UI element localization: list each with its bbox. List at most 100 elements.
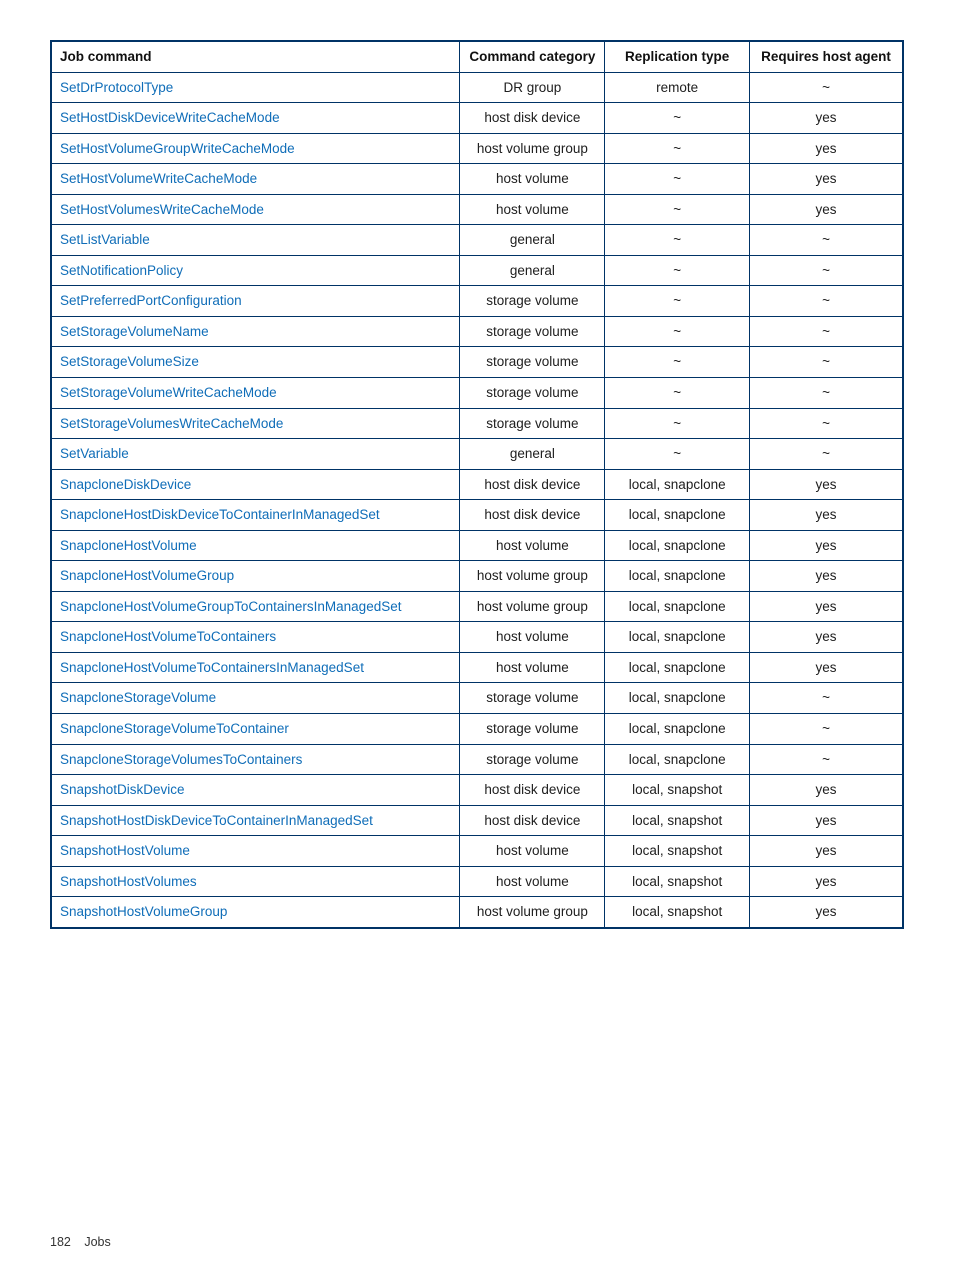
job-command-link[interactable]: SnapcloneHostVolumeGroupToContainersInMa… bbox=[60, 599, 401, 614]
job-command-link[interactable]: SetVariable bbox=[60, 446, 129, 461]
section-name: Jobs bbox=[84, 1235, 110, 1249]
job-command-link[interactable]: SetStorageVolumeSize bbox=[60, 354, 199, 369]
job-command-link[interactable]: SetHostVolumeGroupWriteCacheMode bbox=[60, 141, 295, 156]
cell-requires-host-agent: yes bbox=[750, 866, 903, 897]
cell-replication-type: local, snapclone bbox=[605, 500, 750, 531]
cell-requires-host-agent: yes bbox=[750, 103, 903, 134]
cell-requires-host-agent: yes bbox=[750, 897, 903, 928]
cell-requires-host-agent: ~ bbox=[750, 347, 903, 378]
job-command-link[interactable]: SnapshotHostDiskDeviceToContainerInManag… bbox=[60, 813, 373, 828]
cell-requires-host-agent: ~ bbox=[750, 72, 903, 103]
job-command-link[interactable]: SnapshotHostVolume bbox=[60, 843, 190, 858]
cell-command-category: storage volume bbox=[460, 347, 605, 378]
cell-job-command: SnapcloneStorageVolume bbox=[51, 683, 460, 714]
table-row: SetVariablegeneral~~ bbox=[51, 439, 903, 470]
page-footer: 182 Jobs bbox=[50, 1235, 111, 1249]
table-row: SnapcloneDiskDevice host disk devicelocal… bbox=[51, 469, 903, 500]
cell-command-category: general bbox=[460, 225, 605, 256]
cell-job-command: SetHostVolumesWriteCacheMode bbox=[51, 194, 460, 225]
cell-replication-type: local, snapclone bbox=[605, 683, 750, 714]
cell-requires-host-agent: yes bbox=[750, 836, 903, 867]
cell-job-command: SetPreferredPortConfiguration bbox=[51, 286, 460, 317]
job-command-link[interactable]: SetHostVolumeWriteCacheMode bbox=[60, 171, 257, 186]
job-command-link[interactable]: SnapcloneStorageVolumeToContainer bbox=[60, 721, 289, 736]
cell-command-category: host disk device bbox=[460, 775, 605, 806]
cell-job-command: SnapcloneHostVolumeGroup bbox=[51, 561, 460, 592]
cell-replication-type: ~ bbox=[605, 316, 750, 347]
job-command-link[interactable]: SnapcloneHostVolumeToContainers bbox=[60, 629, 276, 644]
job-command-link[interactable]: SetStorageVolumeWriteCacheMode bbox=[60, 385, 277, 400]
job-command-link[interactable]: SnapshotHostVolumeGroup bbox=[60, 904, 227, 919]
cell-replication-type: local, snapclone bbox=[605, 652, 750, 683]
table-row: SetHostDiskDeviceWriteCacheModehost disk… bbox=[51, 103, 903, 134]
cell-requires-host-agent: yes bbox=[750, 164, 903, 195]
cell-job-command: SetNotificationPolicy bbox=[51, 255, 460, 286]
table-row: SnapshotHostVolumeGrouphost volume group… bbox=[51, 897, 903, 928]
table-row: SetStorageVolumesWriteCacheModestorage v… bbox=[51, 408, 903, 439]
cell-replication-type: ~ bbox=[605, 378, 750, 409]
cell-requires-host-agent: ~ bbox=[750, 439, 903, 470]
cell-replication-type: local, snapclone bbox=[605, 469, 750, 500]
cell-job-command: SnapcloneHostVolumeGroupToContainersInMa… bbox=[51, 591, 460, 622]
job-command-link[interactable]: SetDrProtocolType bbox=[60, 80, 173, 95]
cell-job-command: SnapcloneHostDiskDeviceToContainerInMana… bbox=[51, 500, 460, 531]
table-row: SetListVariablegeneral~~ bbox=[51, 225, 903, 256]
table-row: SetHostVolumeWriteCacheModehost volume~y… bbox=[51, 164, 903, 195]
job-command-link[interactable]: SnapcloneHostVolumeToContainersInManaged… bbox=[60, 660, 364, 675]
job-command-link[interactable]: SnapcloneHostVolumeGroup bbox=[60, 568, 234, 583]
table-row: SnapcloneHostVolumeGrouphost volume grou… bbox=[51, 561, 903, 592]
job-command-link[interactable]: SetNotificationPolicy bbox=[60, 263, 183, 278]
table-row: SetDrProtocolTypeDR groupremote~ bbox=[51, 72, 903, 103]
cell-job-command: SetStorageVolumeSize bbox=[51, 347, 460, 378]
cell-requires-host-agent: ~ bbox=[750, 255, 903, 286]
cell-command-category: storage volume bbox=[460, 378, 605, 409]
cell-command-category: DR group bbox=[460, 72, 605, 103]
job-command-link[interactable]: SnapcloneStorageVolume bbox=[60, 690, 216, 705]
cell-job-command: SnapcloneDiskDevice bbox=[51, 469, 460, 500]
job-command-link[interactable]: SetHostVolumesWriteCacheMode bbox=[60, 202, 264, 217]
table-row: SnapcloneHostVolumeToContainersInManaged… bbox=[51, 652, 903, 683]
cell-requires-host-agent: ~ bbox=[750, 408, 903, 439]
col-command-category: Command category bbox=[460, 41, 605, 72]
col-requires-host-agent: Requires host agent bbox=[750, 41, 903, 72]
table-row: SetNotificationPolicygeneral~~ bbox=[51, 255, 903, 286]
job-command-link[interactable]: SnapshotDiskDevice bbox=[60, 782, 185, 797]
cell-replication-type: ~ bbox=[605, 347, 750, 378]
job-command-link[interactable]: SetPreferredPortConfiguration bbox=[60, 293, 242, 308]
cell-replication-type: local, snapclone bbox=[605, 714, 750, 745]
cell-replication-type: local, snapshot bbox=[605, 775, 750, 806]
table-header-row: Job command Command category Replication… bbox=[51, 41, 903, 72]
table-row: SetStorageVolumeNamestorage volume~~ bbox=[51, 316, 903, 347]
job-command-link[interactable]: SnapcloneStorageVolumesToContainers bbox=[60, 752, 302, 767]
cell-requires-host-agent: ~ bbox=[750, 286, 903, 317]
cell-replication-type: local, snapclone bbox=[605, 622, 750, 653]
cell-requires-host-agent: yes bbox=[750, 561, 903, 592]
cell-command-category: host volume bbox=[460, 194, 605, 225]
job-command-link[interactable]: SnapshotHostVolumes bbox=[60, 874, 197, 889]
cell-replication-type: local, snapshot bbox=[605, 897, 750, 928]
job-command-link[interactable]: SetStorageVolumesWriteCacheMode bbox=[60, 416, 283, 431]
job-command-link[interactable]: SnapcloneDiskDevice bbox=[60, 477, 191, 492]
job-command-link[interactable]: SetHostDiskDeviceWriteCacheMode bbox=[60, 110, 280, 125]
cell-replication-type: local, snapclone bbox=[605, 591, 750, 622]
cell-replication-type: local, snapclone bbox=[605, 744, 750, 775]
job-command-link[interactable]: SnapcloneHostDiskDeviceToContainerInMana… bbox=[60, 507, 380, 522]
table-row: SnapcloneHostVolumeGroupToContainersInMa… bbox=[51, 591, 903, 622]
cell-job-command: SnapcloneHostVolumeToContainers bbox=[51, 622, 460, 653]
cell-requires-host-agent: yes bbox=[750, 469, 903, 500]
cell-replication-type: ~ bbox=[605, 103, 750, 134]
job-command-link[interactable]: SnapcloneHostVolume bbox=[60, 538, 197, 553]
cell-replication-type: ~ bbox=[605, 255, 750, 286]
cell-replication-type: ~ bbox=[605, 286, 750, 317]
job-command-link[interactable]: SetListVariable bbox=[60, 232, 150, 247]
page: Job command Command category Replication… bbox=[0, 0, 954, 1271]
cell-command-category: storage volume bbox=[460, 714, 605, 745]
cell-replication-type: ~ bbox=[605, 133, 750, 164]
cell-command-category: storage volume bbox=[460, 683, 605, 714]
cell-job-command: SetHostVolumeGroupWriteCacheMode bbox=[51, 133, 460, 164]
cell-job-command: SnapshotHostVolumeGroup bbox=[51, 897, 460, 928]
job-command-link[interactable]: SetStorageVolumeName bbox=[60, 324, 209, 339]
cell-command-category: host disk device bbox=[460, 469, 605, 500]
cell-requires-host-agent: yes bbox=[750, 652, 903, 683]
jobs-table: Job command Command category Replication… bbox=[50, 40, 904, 929]
